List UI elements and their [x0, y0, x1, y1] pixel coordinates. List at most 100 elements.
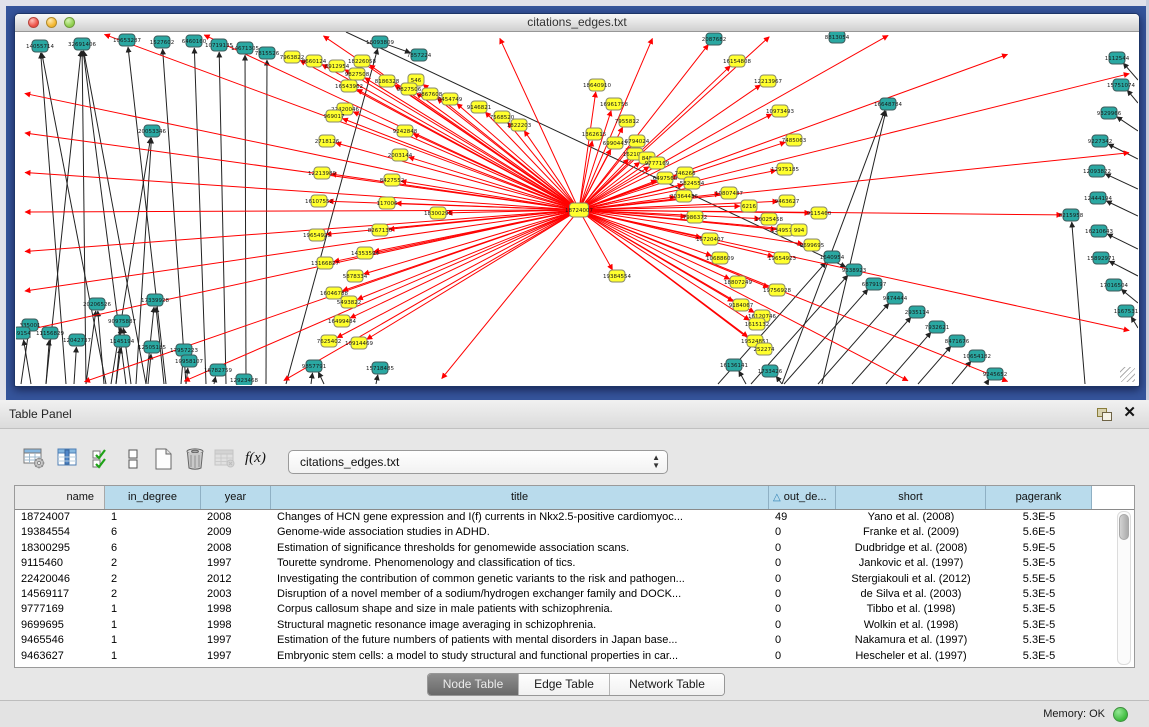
table-vertical-scrollbar[interactable]: [1117, 511, 1131, 665]
graph-edge[interactable]: [186, 368, 188, 384]
citation-network-graph[interactable]: 1872400779638228660124891295418226058982…: [16, 32, 1138, 385]
graph-node[interactable]: 20053346: [138, 125, 166, 137]
graph-node[interactable]: 10914469: [345, 337, 373, 349]
zoom-button[interactable]: [64, 17, 75, 28]
graph-edge[interactable]: [326, 210, 579, 234]
graph-node[interactable]: 6794024: [625, 135, 650, 147]
graph-node[interactable]: 18640910: [583, 79, 611, 91]
graph-node[interactable]: 16648784: [874, 98, 902, 110]
graph-node[interactable]: 16782759: [204, 364, 232, 376]
graph-node[interactable]: 6879197: [862, 278, 887, 290]
graph-edge[interactable]: [365, 78, 579, 210]
graph-edge[interactable]: [245, 55, 246, 384]
graph-edge[interactable]: [163, 49, 186, 384]
graph-edge[interactable]: [1117, 117, 1138, 131]
graph-edge[interactable]: [952, 361, 971, 384]
graph-node[interactable]: 20206526: [83, 298, 111, 310]
network-window-titlebar[interactable]: citations_edges.txt: [15, 14, 1139, 32]
graph-node[interactable]: 8813054: [825, 32, 850, 43]
graph-node[interactable]: 1112544: [1105, 52, 1130, 64]
column-header-name[interactable]: name: [15, 486, 105, 509]
graph-node[interactable]: 9245652: [983, 368, 1008, 380]
tab-node-table[interactable]: Node Table: [428, 674, 519, 695]
graph-node[interactable]: 10719135: [205, 39, 233, 51]
graph-node[interactable]: 15720407: [696, 233, 724, 245]
graph-node[interactable]: 2087682: [702, 33, 727, 45]
graph-node[interactable]: 6460160: [182, 35, 207, 47]
graph-node[interactable]: 2935114: [905, 306, 930, 318]
table-mode-button[interactable]: [22, 446, 48, 472]
graph-node[interactable]: 969017: [324, 110, 345, 122]
graph-node[interactable]: 9857791: [302, 360, 327, 372]
graph-node[interactable]: 18226058: [348, 55, 376, 67]
graph-node[interactable]: 2003144: [388, 149, 413, 161]
graph-node[interactable]: 9338923: [842, 264, 867, 276]
graph-edge[interactable]: [579, 74, 1129, 210]
graph-node[interactable]: 12213989: [308, 167, 336, 179]
graph-node[interactable]: 2718126: [315, 135, 340, 147]
graph-edge[interactable]: [818, 303, 889, 384]
new-column-button[interactable]: [151, 446, 177, 472]
graph-node[interactable]: 10958107: [175, 355, 203, 367]
graph-node[interactable]: 9227342: [1088, 135, 1113, 147]
graph-edge[interactable]: [1105, 174, 1138, 189]
graph-node[interactable]: 1733426: [758, 365, 783, 377]
graph-edge[interactable]: [266, 60, 267, 384]
graph-edge[interactable]: [776, 376, 782, 384]
graph-edge[interactable]: [1072, 222, 1085, 384]
graph-node[interactable]: 12975185: [771, 163, 799, 175]
graph-node[interactable]: 6216: [741, 200, 757, 212]
graph-node[interactable]: 7932621: [925, 321, 950, 333]
graph-node[interactable]: 14055714: [26, 40, 54, 52]
graph-node[interactable]: 8215958: [1059, 209, 1084, 221]
graph-edge[interactable]: [739, 371, 746, 384]
graph-node[interactable]: 15718485: [366, 362, 394, 374]
graph-node[interactable]: 18300295: [424, 207, 452, 219]
table-row[interactable]: 946554611997Estimation of the future num…: [15, 633, 1134, 648]
graph-node[interactable]: 17957223: [170, 344, 198, 356]
table-row[interactable]: 1938455462009Genome-wide association stu…: [15, 525, 1134, 540]
float-panel-icon[interactable]: [1097, 408, 1112, 421]
graph-edge[interactable]: [1131, 317, 1138, 328]
tab-network-table[interactable]: Network Table: [610, 674, 724, 695]
graph-edge[interactable]: [1109, 261, 1138, 276]
table-row[interactable]: 969969511998Structural magnetic resonanc…: [15, 618, 1134, 633]
graph-node[interactable]: 1167531: [1114, 305, 1138, 317]
graph-node[interactable]: 9115460: [807, 207, 832, 219]
graph-node[interactable]: 90975887: [108, 315, 136, 327]
column-header-year[interactable]: year: [201, 486, 271, 509]
table-row[interactable]: 1456911722003Disruption of a novel membe…: [15, 587, 1134, 602]
graph-node[interactable]: 16961758: [600, 98, 628, 110]
clear-selection-button[interactable]: [121, 446, 147, 472]
graph-node[interactable]: 10653287: [113, 34, 141, 46]
table-row[interactable]: 911546021997Tourette syndrome. Phenomeno…: [15, 556, 1134, 571]
close-panel-icon[interactable]: ✕: [1123, 404, 1136, 422]
graph-edge[interactable]: [86, 311, 96, 384]
column-header-out-degree[interactable]: △ out_de...: [769, 486, 836, 509]
graph-node[interactable]: 9463627: [775, 195, 800, 207]
graph-edge[interactable]: [25, 210, 579, 251]
graph-node[interactable]: 7857224: [407, 49, 432, 61]
graph-edge[interactable]: [579, 54, 1008, 210]
graph-node[interactable]: 15751074: [1107, 79, 1135, 91]
column-header-title[interactable]: title: [271, 486, 769, 509]
graph-edge[interactable]: [1107, 234, 1138, 249]
window-resize-grip[interactable]: [1120, 367, 1135, 382]
graph-edge[interactable]: [25, 210, 579, 291]
graph-node[interactable]: 9699695: [800, 239, 825, 251]
graph-edge[interactable]: [579, 210, 749, 320]
graph-node[interactable]: 19384554: [603, 270, 631, 282]
table-select-dropdown[interactable]: citations_edges.txt ▲▼: [288, 450, 668, 474]
tab-edge-table[interactable]: Edge Table: [519, 674, 610, 695]
graph-edge[interactable]: [214, 377, 216, 384]
table-row[interactable]: 2242004622012Investigating the contribut…: [15, 572, 1134, 587]
graph-edge[interactable]: [376, 375, 378, 384]
graph-node[interactable]: 12093822: [1083, 165, 1111, 177]
function-builder-button[interactable]: f(x): [245, 450, 271, 476]
graph-node[interactable]: 10807487: [715, 187, 743, 199]
minimize-button[interactable]: [46, 17, 57, 28]
graph-node[interactable]: 7485063: [782, 134, 807, 146]
graph-edge[interactable]: [1106, 201, 1138, 216]
graph-edge[interactable]: [194, 48, 206, 384]
graph-node[interactable]: 1145194: [110, 335, 135, 347]
